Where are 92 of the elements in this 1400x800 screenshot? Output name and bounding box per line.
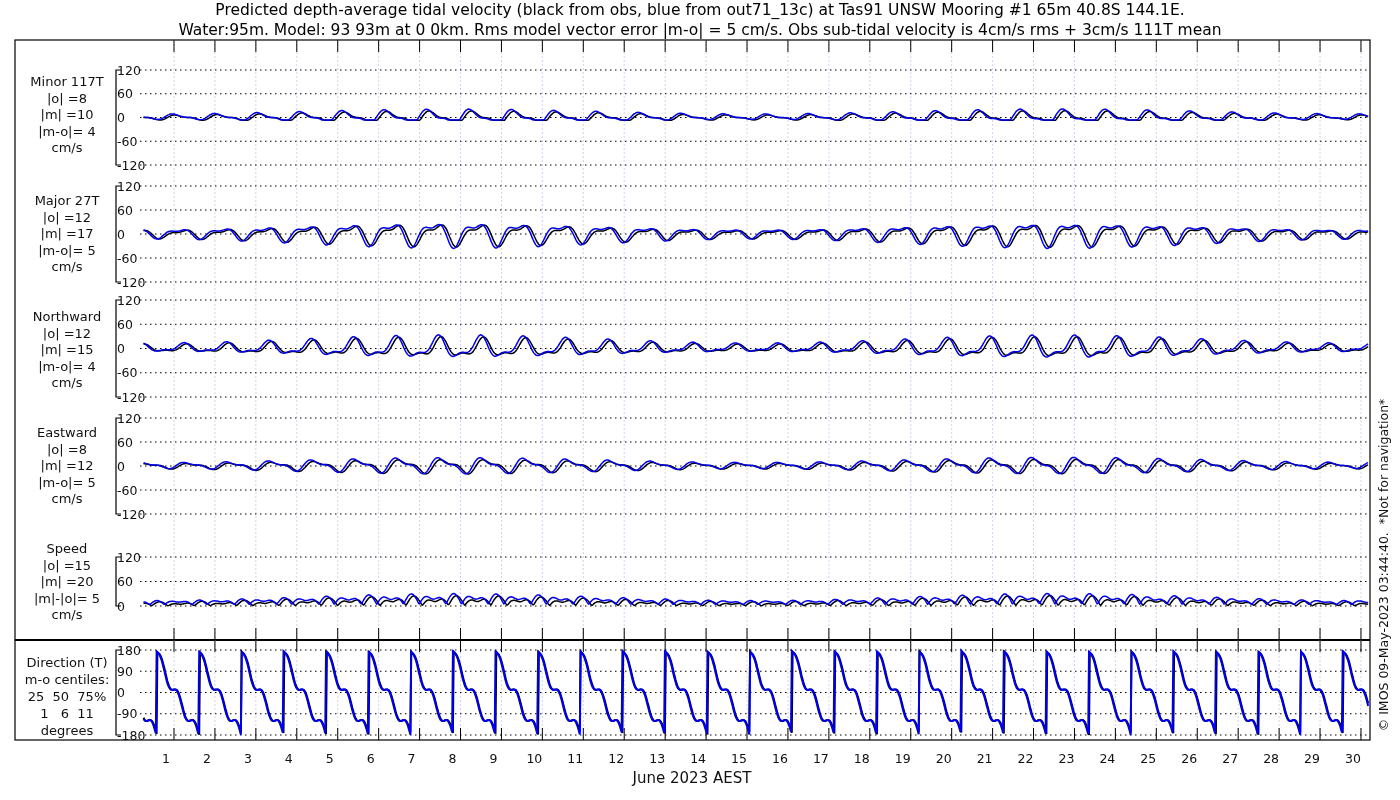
panel-label: |m-o|= 4 — [38, 123, 96, 139]
panel-label: |o| =12 — [42, 325, 92, 341]
x-tick-label: 3 — [243, 751, 252, 766]
panel-label: |m-o|= 4 — [38, 358, 96, 374]
x-tick-label: 14 — [690, 751, 707, 766]
panel-label: cm/s — [51, 607, 83, 622]
y-tick-label: -60 — [117, 250, 138, 266]
panel-label: 25 50 75% — [27, 689, 107, 704]
panel-label: Major 27T — [34, 193, 100, 208]
y-tick-label: 120 — [117, 178, 141, 194]
chart-title: Predicted depth-average tidal velocity (black from obs, blue from out71_13c) at Tas91 UNSW Mooring #1 65m 40.8S 144.1E. — [215, 1, 1185, 19]
x-tick-label: 2 — [202, 751, 211, 766]
panel-label: |m| =20 — [40, 574, 94, 589]
x-tick-label: 16 — [772, 751, 788, 766]
y-tick-label: 180 — [117, 642, 141, 658]
y-tick-label: -60 — [117, 133, 138, 149]
y-tick-label: 60 — [117, 202, 133, 218]
x-tick-label: 28 — [1263, 751, 1280, 766]
y-tick-label: 0 — [117, 341, 125, 356]
y-tick-label: -60 — [117, 482, 138, 498]
x-tick-label: 13 — [649, 751, 666, 766]
panel-label: cm/s — [51, 259, 83, 274]
chart-title: Water:95m. Model: 93 93m at 0 0km. Rms model vector error |m-o| = 5 cm/s. Obs sub-tidal velocity is 4cm/s rms + 3cm/s 111T mean — [178, 21, 1222, 39]
panel-label: |m-o|= 5 — [38, 474, 96, 490]
x-tick-label: 30 — [1345, 751, 1361, 766]
x-tick-label: 25 — [1140, 751, 1157, 766]
panel-label: Speed — [46, 541, 88, 556]
y-tick-label: 120 — [117, 292, 141, 308]
y-tick-label: 120 — [117, 62, 141, 78]
panel-label: |m| =17 — [40, 226, 94, 241]
panel-label: Direction (T) — [26, 655, 108, 670]
x-tick-label: 22 — [1017, 751, 1034, 766]
y-tick-label: -90 — [117, 706, 138, 722]
panel-label: |m| =10 — [40, 107, 94, 122]
x-tick-label: 26 — [1181, 751, 1198, 766]
x-tick-label: 17 — [812, 751, 829, 766]
panel-label: cm/s — [51, 491, 83, 506]
y-tick-label: -180 — [117, 727, 146, 743]
x-tick-label: 27 — [1222, 751, 1239, 766]
x-tick-label: 7 — [407, 751, 416, 766]
panel-label: |m-o|= 5 — [38, 242, 96, 258]
y-tick-label: -120 — [117, 274, 146, 290]
panel-label: |o| =8 — [47, 441, 87, 457]
x-tick-label: 29 — [1304, 751, 1320, 766]
panel-label: |m| =15 — [40, 342, 94, 357]
x-tick-label: 18 — [853, 751, 870, 766]
y-tick-label: 120 — [117, 410, 141, 426]
y-tick-label: 60 — [117, 86, 133, 102]
x-tick-label: 10 — [526, 751, 543, 766]
y-tick-label: 90 — [117, 663, 133, 679]
x-tick-label: 11 — [567, 751, 584, 766]
panel-label: |m| =12 — [40, 458, 94, 473]
y-tick-label: 0 — [117, 598, 125, 614]
panel-label: |o| =8 — [47, 90, 87, 106]
panel-label: |m|-|o|= 5 — [33, 590, 101, 606]
x-tick-label: 20 — [935, 751, 952, 766]
panel-label: |o| =15 — [42, 557, 92, 573]
y-tick-label: 0 — [117, 226, 125, 242]
y-tick-label: 60 — [117, 434, 133, 450]
panel-label: Northward — [32, 309, 102, 324]
x-tick-label: 12 — [608, 751, 625, 766]
y-tick-label: 0 — [117, 110, 125, 125]
x-tick-label: 19 — [894, 751, 911, 766]
y-tick-label: -120 — [117, 157, 146, 173]
panel-label: m-o centiles: — [24, 672, 110, 687]
x-tick-label: 1 — [162, 751, 170, 766]
x-tick-label: 15 — [731, 751, 747, 766]
y-tick-label: 60 — [117, 574, 133, 589]
y-tick-label: 120 — [117, 549, 141, 565]
x-tick-label: 9 — [489, 751, 498, 766]
x-tick-label: 5 — [325, 751, 334, 766]
x-tick-label: 24 — [1099, 751, 1116, 766]
y-tick-label: 0 — [117, 458, 125, 474]
side-note: © IMOS 09-May-2023 03:44:40. *Not for navigation* — [1376, 398, 1391, 732]
panel-label: degrees — [40, 723, 94, 738]
x-tick-label: 4 — [284, 751, 293, 766]
y-tick-label: 0 — [117, 685, 125, 700]
y-tick-label: -120 — [117, 389, 146, 405]
panel-label: Minor 117T — [30, 74, 104, 89]
x-tick-label: 8 — [448, 751, 457, 766]
panel-label: cm/s — [51, 375, 83, 390]
y-tick-label: -120 — [117, 506, 146, 522]
x-tick-label: 23 — [1058, 751, 1075, 766]
panel-label: |o| =12 — [42, 209, 92, 225]
x-axis-label: June 2023 AEST — [632, 769, 752, 787]
y-tick-label: 60 — [117, 316, 133, 332]
x-tick-label: 6 — [366, 751, 375, 766]
x-tick-label: 21 — [976, 751, 993, 766]
panel-label: cm/s — [51, 140, 83, 155]
panel-label: 1 6 11 — [40, 706, 94, 721]
y-tick-label: -60 — [117, 365, 138, 381]
panel-label: Eastward — [37, 425, 97, 440]
